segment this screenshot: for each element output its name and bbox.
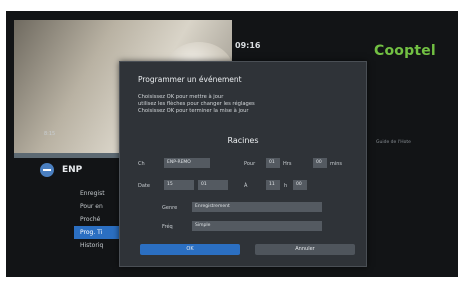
- date-day-field[interactable]: 15: [164, 180, 194, 190]
- channel-name: ENP: [62, 165, 83, 175]
- channel-field[interactable]: ENP-REMO: [164, 158, 210, 168]
- instruction-line: Choisissez OK pour mettre à jour: [138, 94, 224, 100]
- duration-label: Pour: [244, 161, 256, 167]
- duration-minutes-field[interactable]: 00: [313, 158, 327, 168]
- date-month-field[interactable]: 01: [198, 180, 228, 190]
- dialog-title: Programmer un événement: [138, 75, 242, 84]
- duration-hours-field[interactable]: 01: [266, 158, 280, 168]
- genre-field[interactable]: Enregistrement: [192, 202, 322, 212]
- dialog-instructions: Choisissez OK pour mettre à jour utilise…: [138, 94, 255, 115]
- instruction-line: utilisez les flèches pour changer les ré…: [138, 101, 255, 107]
- genre-label: Genre: [162, 205, 178, 211]
- side-info-text: Guide de l'Hote: [376, 140, 411, 145]
- frequency-label: Fréq: [162, 224, 173, 230]
- time-hour-field[interactable]: 11: [266, 180, 280, 190]
- clock: 09:16: [235, 41, 261, 50]
- duration-hours-unit: Hrs: [283, 161, 292, 167]
- preview-time-elapsed: 8:15: [44, 131, 56, 137]
- frequency-field[interactable]: Simple: [192, 221, 322, 231]
- brand-logo: Cooptel: [374, 43, 436, 59]
- time-label: À: [244, 183, 248, 189]
- date-label: Date: [138, 183, 150, 189]
- program-name: Racines: [227, 136, 259, 145]
- schedule-event-dialog: Programmer un événement Choisissez OK po…: [119, 61, 367, 267]
- channel-logo-icon: [40, 163, 54, 177]
- ok-button[interactable]: OK: [140, 244, 240, 255]
- duration-minutes-unit: mins: [330, 161, 343, 167]
- channel-header: ENP: [40, 163, 82, 177]
- tv-screen: 8:15 9h00 09:16 Cooptel Guide de l'Hote …: [6, 11, 458, 277]
- channel-label: Ch: [138, 161, 145, 167]
- instruction-line: Choisissez OK pour terminer la mise à jo…: [138, 108, 249, 114]
- time-hour-separator: h: [284, 183, 288, 189]
- cancel-button[interactable]: Annuler: [255, 244, 355, 255]
- time-minute-field[interactable]: 00: [293, 180, 307, 190]
